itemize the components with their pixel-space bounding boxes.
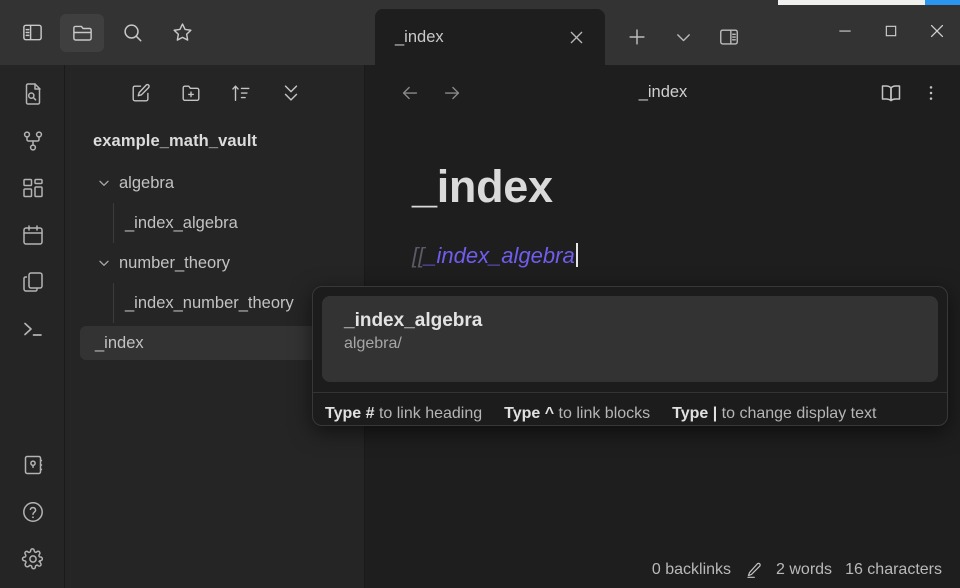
wikilink-brackets: [[ [412,243,425,269]
tab-title: _index [395,27,444,46]
tab-index[interactable]: _index [375,9,605,65]
hint-text: to change display text [721,405,877,422]
ribbon-icon-list [0,70,65,352]
chevron-down-icon[interactable] [95,254,113,272]
window-header-bar: _index [0,0,960,65]
hint-key: Type # [325,405,375,422]
window-controls [822,0,960,62]
document-paragraph[interactable]: [[_index_algebra [412,242,920,271]
hint-link-blocks: Type ^ to link blocks [504,405,650,423]
backlinks-count[interactable]: 0 backlinks [652,561,731,579]
suggestion-path: algebra/ [344,335,402,352]
wikilink-text: _index_algebra [424,243,575,269]
close-button[interactable] [914,0,960,62]
top-progress-strip [0,0,960,5]
editor-actions [878,80,944,106]
progress-segment-blue [925,0,960,5]
hint-key: Type | [672,405,718,422]
file-explorer-toolbar [65,65,364,120]
tree-item-label: _index_algebra [125,213,238,232]
close-icon[interactable] [563,24,589,50]
help-icon[interactable] [0,488,65,535]
indent-guide [113,203,114,243]
editor-body[interactable]: _index [[_index_algebra [366,120,960,271]
vault-name: example_math_vault [93,132,258,150]
hint-key: Type ^ [504,405,555,422]
tree-folder-number-theory[interactable]: number_theory [65,243,364,283]
hint-text: to link heading [378,405,483,422]
tree-item-label: number_theory [119,253,230,272]
search-icon[interactable] [110,14,154,52]
pencil-icon[interactable] [744,561,763,580]
indent-guide [113,283,114,323]
hint-display-text: Type | to change display text [672,405,876,423]
tree-item-label: _index_number_theory [125,293,294,312]
text-cursor [575,243,578,268]
word-count[interactable]: 2 words [776,561,832,579]
maximize-button[interactable] [868,0,914,62]
header-left-buttons [0,0,204,65]
chevron-down-icon[interactable] [95,174,113,192]
editor-title: _index [638,83,688,101]
autocomplete-suggestion-item[interactable]: _index_algebra algebra/ [322,296,938,382]
tab-bar: _index [375,0,751,65]
wikilink-autocomplete-popup: _index_algebra algebra/ Type # to link h… [312,286,948,426]
new-note-icon[interactable] [127,79,155,107]
progress-segment-white [778,0,925,5]
ribbon-bottom-list [0,441,65,582]
autocomplete-hints: Type # to link heading Type ^ to link bl… [313,392,947,425]
document-heading: _index [412,161,553,212]
toggle-right-sidebar-icon[interactable] [707,17,751,57]
hint-text: to link blocks [558,405,651,422]
suggestion-title: _index_algebra [344,310,483,331]
settings-icon[interactable] [0,535,65,582]
sort-icon[interactable] [227,79,255,107]
editor-header: _index [366,65,960,120]
character-count[interactable]: 16 characters [845,561,942,579]
minimize-button[interactable] [822,0,868,62]
left-ribbon [0,0,65,588]
tree-file-index-algebra[interactable]: _index_algebra [65,203,364,243]
status-bar: 0 backlinks 2 words 16 characters [652,552,960,588]
hint-link-heading: Type # to link heading [325,405,482,423]
vault-switcher-icon[interactable] [0,441,65,488]
chevron-down-icon[interactable] [661,17,705,57]
more-options-icon[interactable] [918,80,944,106]
folder-icon[interactable] [60,13,104,52]
file-search-icon[interactable] [0,70,65,117]
reading-view-icon[interactable] [878,80,904,106]
toggle-left-sidebar-icon[interactable] [10,14,54,52]
new-tab-icon[interactable] [615,17,659,57]
star-icon[interactable] [160,14,204,52]
graph-view-icon[interactable] [0,117,65,164]
terminal-icon[interactable] [0,305,65,352]
collapse-all-icon[interactable] [277,79,305,107]
tree-item-label: _index [95,333,144,352]
templates-icon[interactable] [0,258,65,305]
canvas-icon[interactable] [0,164,65,211]
tree-folder-algebra[interactable]: algebra [65,163,364,203]
tree-item-label: algebra [119,173,175,192]
new-folder-icon[interactable] [177,79,205,107]
tab-actions [605,9,751,65]
daily-note-icon[interactable] [0,211,65,258]
obsidian-window: _index example_math_vault algebra _index… [0,0,960,588]
